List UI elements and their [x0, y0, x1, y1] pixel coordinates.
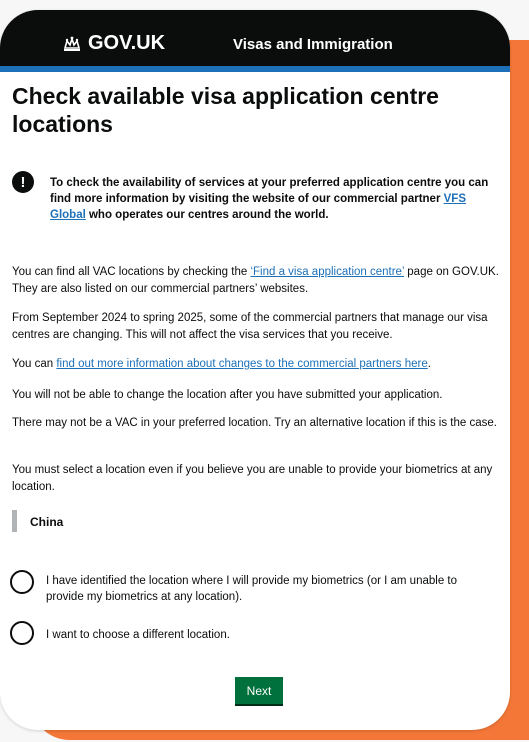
paragraph-no-change: You will not be able to change the locat… — [12, 389, 443, 401]
radio-choose-different[interactable] — [10, 621, 34, 645]
govuk-logo[interactable]: GOV.UK — [62, 32, 165, 55]
logo-text: GOV.UK — [88, 32, 166, 54]
radio-label-identified-location[interactable]: I have identified the location where I w… — [46, 573, 486, 605]
radio-label-choose-different[interactable]: I want to choose a different location. — [46, 627, 486, 643]
service-name[interactable]: Visas and Immigration — [233, 36, 393, 53]
p3-start: You can — [12, 358, 57, 370]
page-title: Check available visa application centre … — [12, 83, 439, 137]
crown-icon — [63, 35, 81, 51]
paragraph-must-select: You must select a location even if you b… — [12, 464, 493, 493]
paragraph-partner-changes: From September 2024 to spring 2025, some… — [12, 312, 488, 341]
govuk-header: GOV.UK Visas and Immigration — [0, 10, 510, 66]
selected-location: China — [30, 515, 64, 529]
paragraph-vac-locations: You can find all VAC locations by checki… — [12, 264, 502, 298]
next-button[interactable]: Next — [235, 677, 283, 704]
warning-text-start: To check the availability of services at… — [50, 177, 489, 205]
warning-text-end: who operates our centres around the worl… — [85, 209, 329, 221]
exclamation-icon: ! — [12, 171, 34, 193]
radio-identified-location[interactable] — [10, 570, 34, 594]
warning-text: To check the availability of services at… — [50, 175, 490, 223]
phone-screen: GOV.UK Visas and Immigration Check avail… — [0, 10, 510, 730]
p1-start: You can find all VAC locations by checki… — [12, 266, 251, 278]
partner-changes-link[interactable]: find out more information about changes … — [56, 358, 427, 370]
p3-end: . — [427, 358, 431, 370]
find-vac-link[interactable]: ‘Find a visa application centre’ — [250, 266, 404, 278]
header-stripe — [0, 66, 510, 72]
paragraph-alternative: There may not be a VAC in your preferred… — [12, 417, 497, 429]
inset-bar — [12, 510, 17, 532]
paragraph-more-info: You can find out more information about … — [12, 356, 502, 373]
